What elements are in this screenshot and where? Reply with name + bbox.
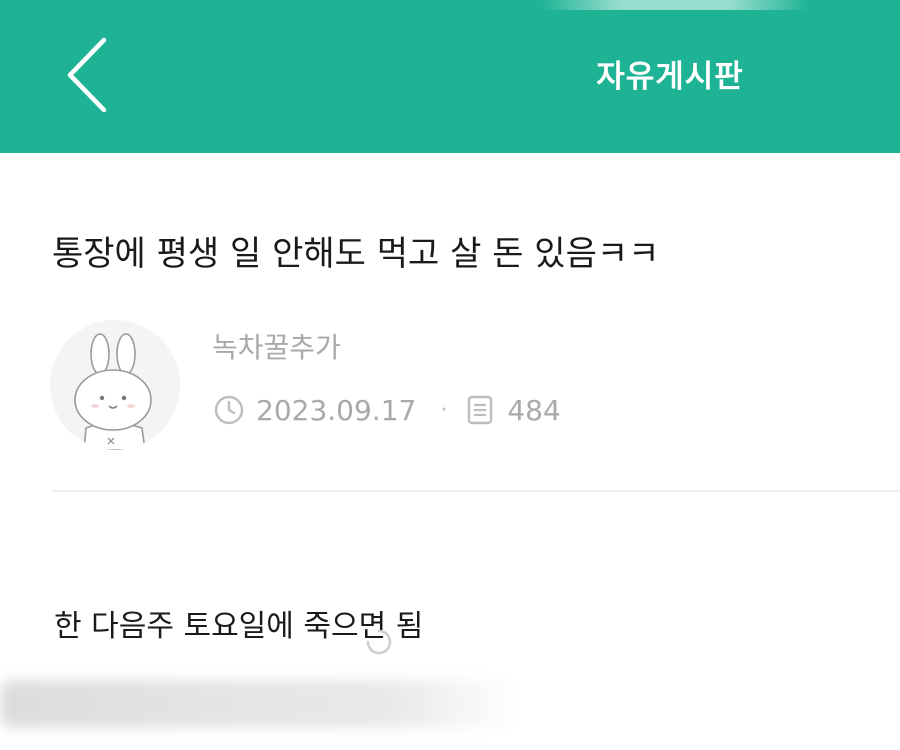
view-count: 484	[507, 393, 561, 427]
chevron-left-icon	[67, 37, 107, 113]
board-title: 자유게시판	[596, 59, 744, 95]
screen-glare	[540, 0, 810, 10]
meta-separator: ·	[440, 397, 448, 423]
top-app-bar: 자유게시판	[0, 0, 900, 153]
post-meta: 2023.09.17 · 484	[212, 388, 561, 432]
divider	[52, 490, 900, 492]
avatar[interactable]	[50, 320, 180, 450]
document-icon	[463, 393, 497, 427]
author-name[interactable]: 녹차꿀추가	[212, 328, 341, 368]
post-title: 통장에 평생 일 안해도 먹고 살 돈 있음ㅋㅋ	[52, 234, 660, 274]
blurred-text-line	[0, 680, 520, 728]
post-date: 2023.09.17	[256, 393, 417, 427]
loading-spinner-icon	[362, 625, 396, 659]
bunny-avatar-icon	[74, 333, 152, 450]
back-button[interactable]	[48, 30, 128, 120]
clock-icon	[212, 393, 246, 427]
